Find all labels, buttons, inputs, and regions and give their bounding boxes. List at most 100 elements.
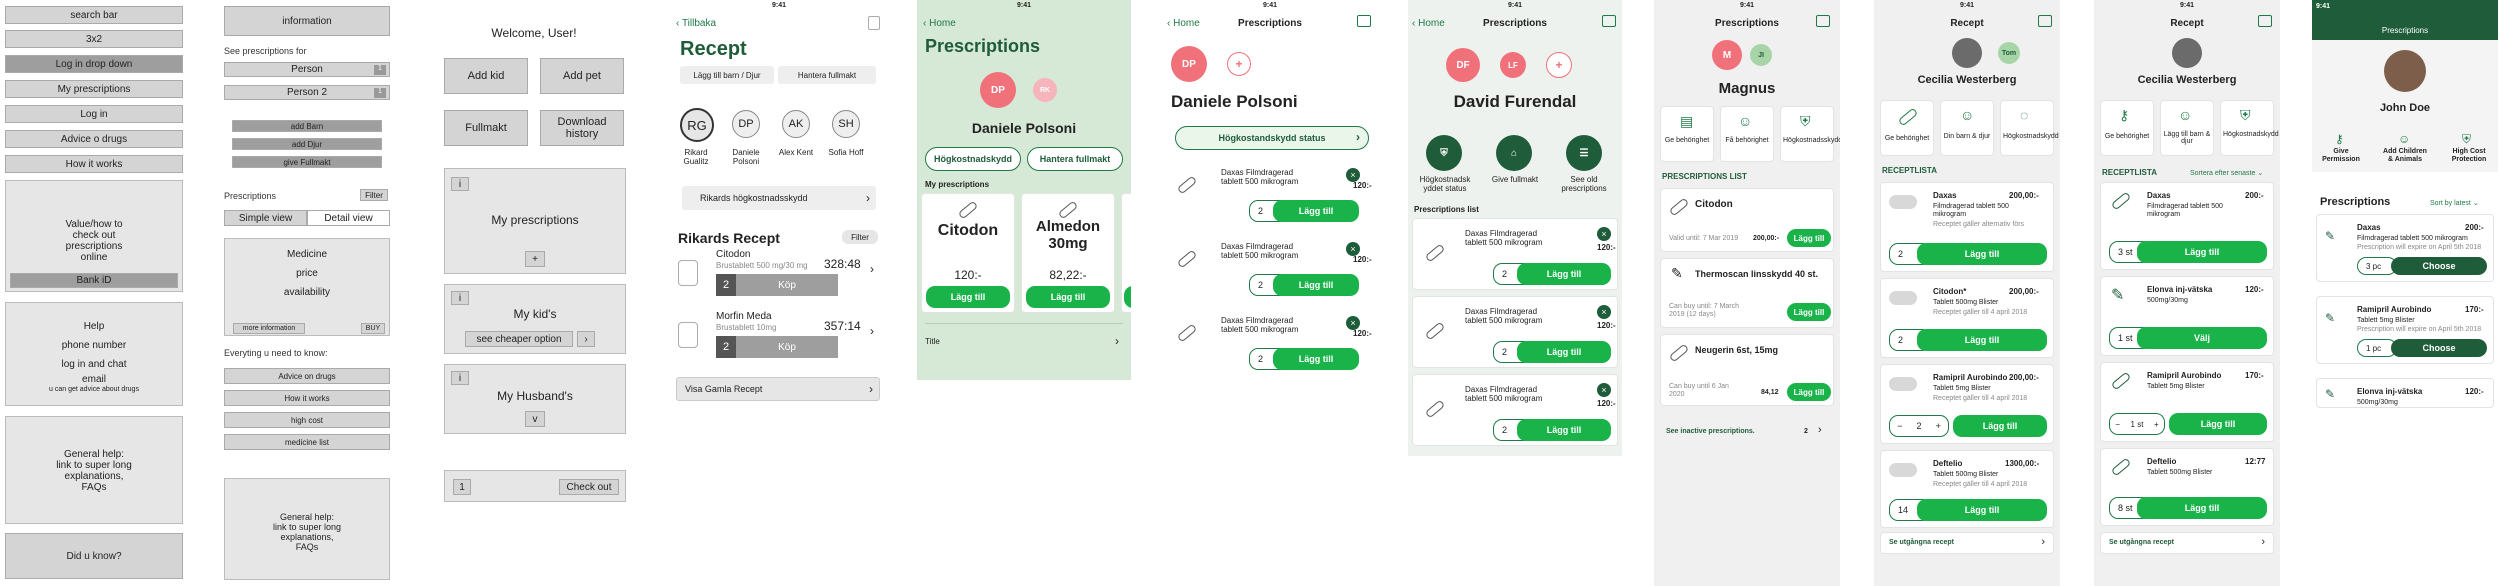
quantity[interactable]: 2 xyxy=(716,336,736,358)
add-button[interactable]: Lägg till xyxy=(1787,229,1831,247)
simple-view-tab[interactable]: Simple view xyxy=(224,210,307,226)
list-item[interactable]: Daxas 200,00:- Filmdragerad tablett 500 … xyxy=(1880,182,2054,272)
advice-on-drugs-button[interactable]: Advice on drugs xyxy=(224,368,390,384)
action-card[interactable]: ☺ Din barn & djur xyxy=(1940,100,1994,156)
chevron-right-icon[interactable]: › xyxy=(1115,334,1119,348)
add-button[interactable]: Lägg till xyxy=(1787,383,1831,401)
shield-icon[interactable]: ⛨ xyxy=(1426,135,1462,171)
husband-panel[interactable]: i My Husband's v xyxy=(444,364,626,434)
add-button[interactable]: Lägg till xyxy=(1917,243,2047,265)
bankid-button[interactable]: Bank iD xyxy=(10,273,178,288)
add-button[interactable]: Lägg till xyxy=(1517,419,1611,441)
quantity[interactable]: 2 xyxy=(716,274,736,296)
list-item[interactable]: Ramipril Aurobindo 200,00:- Tablett 5mg … xyxy=(1880,364,2054,444)
buy-button[interactable]: Köp xyxy=(736,336,838,358)
list-icon[interactable]: ☰ xyxy=(1566,135,1602,171)
shield-icon[interactable]: ⛨ xyxy=(2462,132,2471,147)
plus-icon[interactable]: + xyxy=(1936,421,1941,431)
list-item[interactable]: Ramipril Aurobindo 170:- Tablett 5mg Bli… xyxy=(2100,362,2274,442)
prescription-card[interactable]: Citodon 120:- Lägg till xyxy=(921,193,1015,313)
manage-fullmakt-button[interactable]: Hantera fullmakt xyxy=(778,66,876,84)
choose-button[interactable]: Choose xyxy=(2391,257,2487,275)
add-button[interactable]: Lägg till xyxy=(2137,497,2267,519)
basket-icon[interactable] xyxy=(1357,15,1371,27)
list-item[interactable]: ✎ Ramipril Aurobindo 170:- Tablett 5mg B… xyxy=(2316,296,2494,364)
list-item[interactable]: Daxas 200:- Filmdragerad tablett 500 mik… xyxy=(2100,182,2274,270)
inactive-link[interactable]: See inactive prescriptions. xyxy=(1666,428,1755,435)
person2-select[interactable]: Person 2 1 xyxy=(224,85,390,100)
add-button[interactable]: Lägg till xyxy=(2137,241,2267,263)
action-card[interactable]: ▤ Ge behörighet xyxy=(1660,106,1714,162)
close-icon[interactable]: × xyxy=(1346,316,1360,330)
add-kid-button[interactable]: Add kid xyxy=(444,58,528,94)
avatar[interactable]: SH xyxy=(832,110,860,138)
fullmakt-button[interactable]: Fullmakt xyxy=(444,110,528,146)
hk-row[interactable]: Rikards högkostnadsskydd › xyxy=(682,186,876,210)
action-card[interactable]: ⚷ Ge behörighet xyxy=(2100,100,2154,156)
avatar[interactable]: DF xyxy=(1446,48,1480,82)
plus-icon[interactable]: + xyxy=(2154,420,2159,429)
key-icon[interactable]: ⚷ xyxy=(2335,132,2344,146)
action-card[interactable]: ◌ Högkostnadskydd xyxy=(2000,100,2059,156)
sort-dropdown[interactable]: Sortera efter senaste ⌄ xyxy=(2190,169,2263,177)
high-cost-button[interactable]: high cost xyxy=(224,412,390,428)
cheaper-option-button[interactable]: see cheaper option xyxy=(465,331,573,347)
login-button[interactable]: Log in xyxy=(5,105,183,123)
action-card[interactable]: ☺ Lägg till barn & djur xyxy=(2160,100,2214,156)
advice-button[interactable]: Advice o drugs xyxy=(5,130,183,148)
trash-icon[interactable] xyxy=(868,16,880,30)
how-it-works-button[interactable]: How it works xyxy=(5,155,183,173)
add-barn-button[interactable]: add Barn xyxy=(232,120,382,132)
profile-photo[interactable] xyxy=(2172,38,2202,68)
add-button[interactable]: Lägg till xyxy=(2169,413,2267,435)
avatar[interactable]: JI xyxy=(1750,44,1772,66)
how-it-works-button[interactable]: How it works xyxy=(224,390,390,406)
minus-icon[interactable]: − xyxy=(1897,421,1902,431)
info-icon[interactable]: i xyxy=(451,291,469,305)
did-u-know-panel[interactable]: Did u know? xyxy=(5,533,183,579)
basket-icon[interactable] xyxy=(2258,15,2272,27)
list-item[interactable]: Daxas Filmdragerad tablett 500 mikrogram… xyxy=(1412,296,1618,368)
list-item[interactable]: ✎ Elonva inj-vätska 120:- 500mg/30mg 1 s… xyxy=(2100,276,2274,356)
basket-icon[interactable] xyxy=(1602,15,1616,27)
filter-button[interactable]: Filter xyxy=(842,230,878,244)
more-info-button[interactable]: more information xyxy=(233,323,305,334)
choose-button[interactable]: Choose xyxy=(2391,339,2487,357)
chat-link[interactable]: log in and chat xyxy=(6,355,182,374)
avatar[interactable]: RG xyxy=(680,108,714,142)
list-item[interactable]: Deftelio 1300,00:- Tablett 500mg Blister… xyxy=(1880,450,2054,528)
list-item[interactable]: ✎ Thermoscan linsskydd 40 st. Can buy un… xyxy=(1660,258,1834,328)
add-button[interactable]: Lägg till xyxy=(1517,341,1611,363)
my-prescriptions-button[interactable]: My prescriptions xyxy=(5,80,183,98)
basket-icon[interactable] xyxy=(2038,15,2052,27)
hk-button[interactable]: Högkostnadskydd xyxy=(925,147,1021,171)
profile-photo[interactable] xyxy=(1952,38,1982,68)
list-item[interactable]: ✎ Daxas 200:- Filmdragerad tablett 500 m… xyxy=(2316,214,2494,282)
avatar[interactable]: RK xyxy=(1033,78,1057,102)
list-item[interactable]: Deftelio 12:77 Tablett 500mg Blister 8 s… xyxy=(2100,448,2274,526)
checkout-button[interactable]: Check out xyxy=(559,479,619,495)
add-child-button[interactable]: Lägg till barn / Djur xyxy=(680,66,774,84)
bank-icon[interactable]: ⌂ xyxy=(1496,135,1532,171)
close-icon[interactable]: × xyxy=(1597,227,1611,241)
list-item[interactable]: ✎ Elonva inj-vätska 120:- 500mg/30mg xyxy=(2316,378,2494,408)
avatar[interactable]: DP xyxy=(980,72,1016,108)
buy-button[interactable]: BUY xyxy=(361,323,385,334)
add-button[interactable]: Lägg till xyxy=(1273,348,1359,370)
close-icon[interactable]: × xyxy=(1597,383,1611,397)
give-fullmakt-button[interactable]: give Fullmakt xyxy=(232,156,382,168)
choose-button[interactable]: Välj xyxy=(2137,327,2267,349)
expand-icon[interactable]: v xyxy=(525,411,545,427)
my-prescriptions-panel[interactable]: i My prescriptions + xyxy=(444,168,626,274)
login-dropdown-button[interactable]: Log in drop down xyxy=(5,55,183,73)
filter-button[interactable]: Filter xyxy=(360,189,388,201)
add-pet-button[interactable]: Add pet xyxy=(540,58,624,94)
fullmakt-button[interactable]: Hantera fullmakt xyxy=(1027,147,1123,171)
add-button[interactable]: Lägg till xyxy=(1787,303,1831,321)
person-select[interactable]: Person 1 xyxy=(224,62,390,77)
info-icon[interactable]: i xyxy=(451,371,469,385)
back-link[interactable]: ‹ Tillbaka xyxy=(676,18,716,29)
avatar[interactable]: M xyxy=(1712,40,1742,70)
action-card[interactable]: ⛨ Högkostnadsskydd xyxy=(1780,106,1840,162)
email-link[interactable]: email xyxy=(6,374,182,386)
